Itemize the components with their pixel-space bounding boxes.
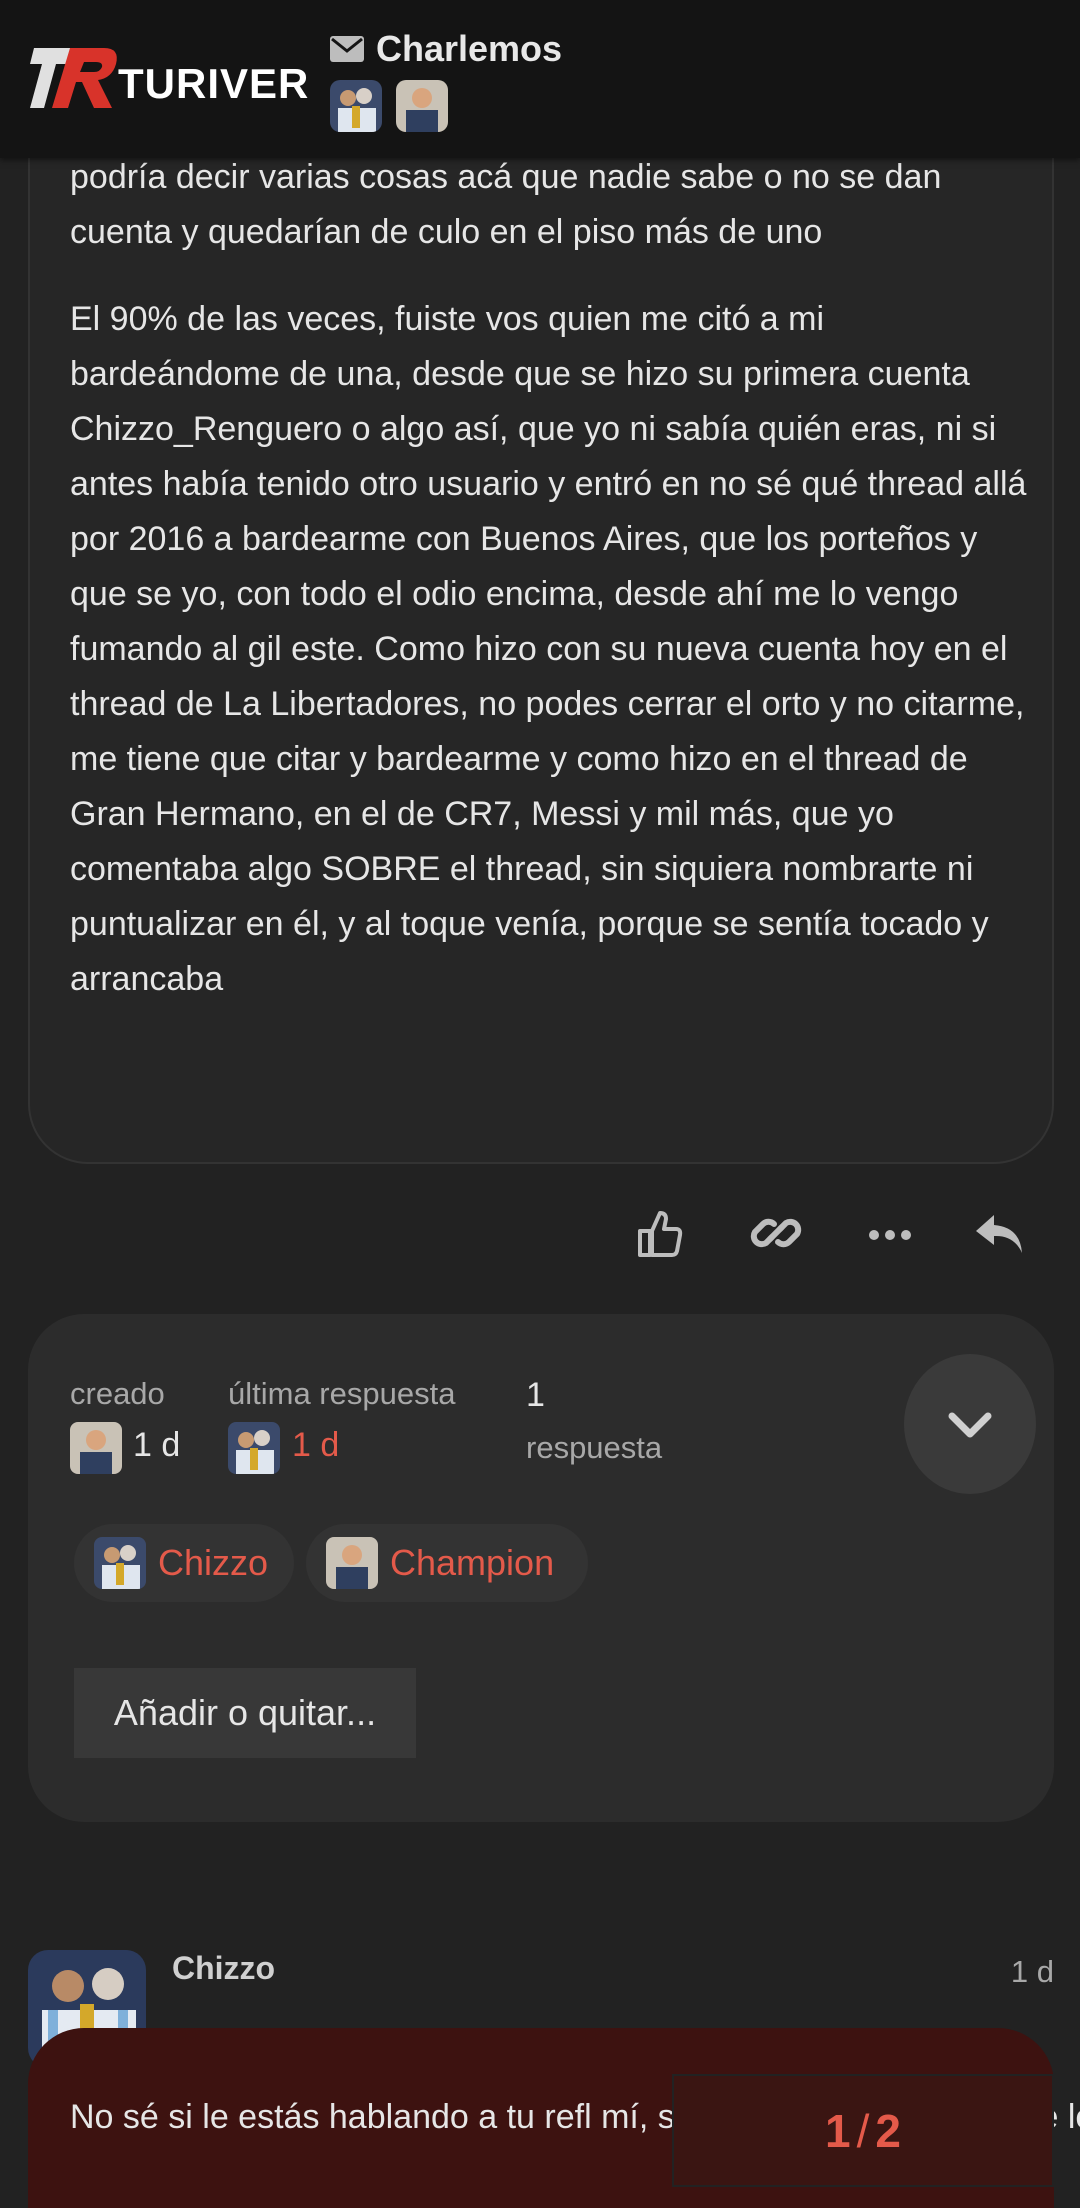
post-body: podría decir varias cosas acá que nadie … <box>70 150 1030 1039</box>
avatar-last-replier[interactable] <box>228 1422 280 1474</box>
participant-pill-champion[interactable]: Champion <box>306 1524 588 1602</box>
envelope-icon <box>330 36 364 62</box>
avatar-chizzo[interactable] <box>330 80 382 132</box>
site-logo[interactable]: TURIVER <box>30 38 310 118</box>
avatar-creator[interactable] <box>70 1422 122 1474</box>
logo-text: TURIVER <box>118 60 310 107</box>
post-paragraph: podría decir varias cosas acá que nadie … <box>70 158 942 251</box>
last-reply-label: última respuesta <box>228 1376 456 1411</box>
chevron-down-icon <box>948 1412 992 1438</box>
progress-total: 2 <box>875 2104 901 2157</box>
header-participant-avatars <box>330 80 448 132</box>
replies-count: 1 <box>526 1376 545 1414</box>
replies-label: respuesta <box>526 1430 663 1465</box>
logo-mark-icon <box>30 48 117 108</box>
participant-name: Champion <box>390 1542 555 1583</box>
created-value[interactable]: 1 d <box>133 1426 180 1465</box>
post-username[interactable]: Chizzo <box>172 1950 275 1987</box>
post-actions <box>620 1205 1040 1265</box>
avatar-chizzo <box>94 1537 146 1589</box>
more-icon[interactable] <box>862 1205 918 1261</box>
link-icon[interactable] <box>748 1205 804 1261</box>
progress-current: 1 <box>825 2104 851 2157</box>
created-label: creado <box>70 1376 165 1411</box>
like-icon[interactable] <box>630 1205 686 1261</box>
post-paragraph: El 90% de las veces, fuiste vos quien me… <box>70 300 1027 998</box>
topic-title[interactable]: Charlemos <box>330 28 562 70</box>
participant-pill-chizzo[interactable]: Chizzo <box>74 1524 294 1602</box>
timeline-progress-button[interactable]: 1 / 2 <box>672 2074 1054 2187</box>
site-header: TURIVER Charlemos <box>0 0 1080 158</box>
expand-topic-map-button[interactable] <box>904 1354 1036 1494</box>
progress-separator: / <box>856 2104 870 2157</box>
avatar-champion[interactable] <box>396 80 448 132</box>
add-remove-participants-button[interactable]: Añadir o quitar... <box>74 1668 416 1758</box>
avatar-champion <box>326 1537 378 1589</box>
participant-name: Chizzo <box>158 1542 269 1583</box>
post-date[interactable]: 1 d <box>1011 1954 1054 1990</box>
topic-title-text: Charlemos <box>376 28 563 69</box>
reply-icon[interactable] <box>972 1205 1028 1261</box>
last-reply-value[interactable]: 1 d <box>292 1426 339 1465</box>
